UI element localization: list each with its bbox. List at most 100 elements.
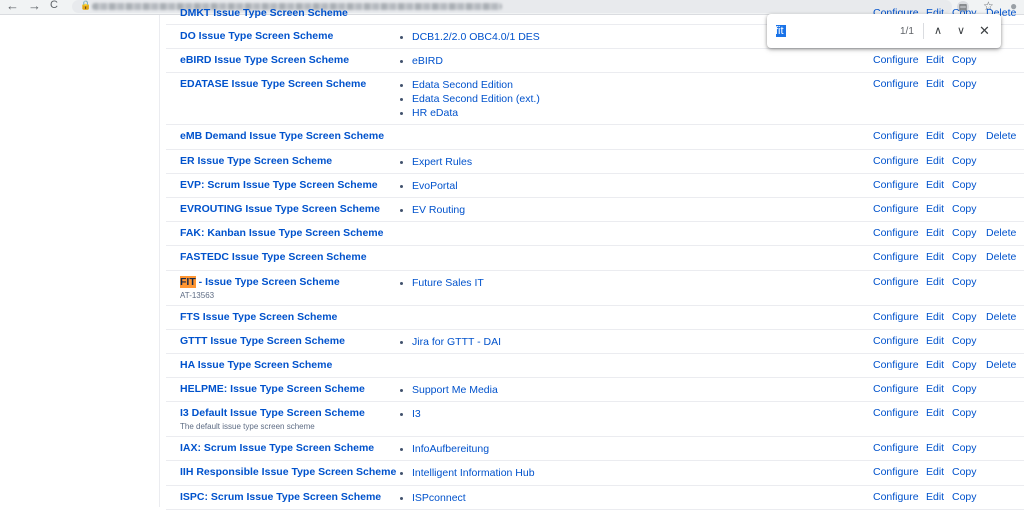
delete-link[interactable]: Delete: [986, 311, 1016, 323]
configure-link[interactable]: Configure: [873, 179, 919, 191]
edit-link[interactable]: Edit: [926, 203, 944, 215]
copy-link[interactable]: Copy: [952, 179, 977, 191]
configure-link[interactable]: Configure: [873, 491, 919, 503]
table-row: IAX: Scrum Issue Type Screen Scheme InfoA…: [166, 437, 1024, 462]
row-actions: Configure Edit Copy Delete: [166, 227, 1024, 241]
configure-link[interactable]: Configure: [873, 203, 919, 215]
row-actions: Configure Edit Copy: [166, 491, 1024, 505]
edit-link[interactable]: Edit: [926, 130, 944, 142]
delete-link[interactable]: Delete: [986, 251, 1016, 263]
table-row: ISPC: Scrum Issue Type Screen Scheme ISPc…: [166, 486, 1024, 510]
row-actions: Configure Edit Copy Delete: [166, 359, 1024, 373]
row-actions: Configure Edit Copy: [166, 276, 1024, 290]
table-row: EVP: Scrum Issue Type Screen Scheme EvoPo…: [166, 174, 1024, 198]
configure-link[interactable]: Configure: [873, 335, 919, 347]
copy-link[interactable]: Copy: [952, 335, 977, 347]
copy-link[interactable]: Copy: [952, 407, 977, 419]
lock-icon[interactable]: 🔒: [80, 0, 91, 11]
configure-link[interactable]: Configure: [873, 311, 919, 323]
row-actions: Configure Edit Copy: [166, 442, 1024, 456]
row-actions: Configure Edit Copy Delete: [166, 130, 1024, 144]
copy-link[interactable]: Copy: [952, 383, 977, 395]
row-actions: Configure Edit Copy: [166, 466, 1024, 480]
configure-link[interactable]: Configure: [873, 155, 919, 167]
find-match-count: 1/1: [900, 26, 914, 37]
delete-link[interactable]: Delete: [986, 227, 1016, 239]
find-divider: [923, 23, 924, 39]
configure-link[interactable]: Configure: [873, 383, 919, 395]
configure-link[interactable]: Configure: [873, 407, 919, 419]
forward-icon[interactable]: →: [28, 0, 41, 13]
row-actions: Configure Edit Copy: [166, 203, 1024, 217]
configure-link[interactable]: Configure: [873, 466, 919, 478]
table-row: FIT - Issue Type Screen Scheme AT-13563 Fu…: [166, 271, 1024, 306]
edit-link[interactable]: Edit: [926, 54, 944, 66]
copy-link[interactable]: Copy: [952, 78, 977, 90]
row-actions: Configure Edit Copy Delete: [166, 311, 1024, 325]
row-actions: Configure Edit Copy: [166, 78, 1024, 92]
back-icon[interactable]: ←: [6, 0, 19, 13]
edit-link[interactable]: Edit: [926, 78, 944, 90]
copy-link[interactable]: Copy: [952, 491, 977, 503]
copy-link[interactable]: Copy: [952, 276, 977, 288]
row-actions: Configure Edit Copy: [166, 155, 1024, 169]
edit-link[interactable]: Edit: [926, 179, 944, 191]
screen-scheme-table: DMKT Issue Type Screen Scheme Configure Ed…: [166, 7, 1024, 510]
copy-link[interactable]: Copy: [952, 251, 977, 263]
close-icon[interactable]: ✕: [979, 23, 990, 39]
find-input[interactable]: [775, 23, 895, 39]
copy-link[interactable]: Copy: [952, 54, 977, 66]
copy-link[interactable]: Copy: [952, 155, 977, 167]
table-row: GTTT Issue Type Screen Scheme Jira for GT…: [166, 330, 1024, 354]
configure-link[interactable]: Configure: [873, 78, 919, 90]
table-row: HA Issue Type Screen Scheme Configure Edit…: [166, 354, 1024, 379]
edit-link[interactable]: Edit: [926, 276, 944, 288]
configure-link[interactable]: Configure: [873, 251, 919, 263]
copy-link[interactable]: Copy: [952, 442, 977, 454]
row-actions: Configure Edit Copy: [166, 335, 1024, 349]
edit-link[interactable]: Edit: [926, 335, 944, 347]
content-left-border: [159, 15, 160, 507]
chevron-up-icon[interactable]: ∧: [934, 24, 942, 37]
find-bar: 1/1 ∧ ∨ ✕: [767, 14, 1001, 48]
row-actions: Configure Edit Copy: [166, 383, 1024, 397]
project-link[interactable]: HR eData: [399, 106, 540, 120]
edit-link[interactable]: Edit: [926, 383, 944, 395]
delete-link[interactable]: Delete: [986, 130, 1016, 142]
copy-link[interactable]: Copy: [952, 359, 977, 371]
table-row: FASTEDC Issue Type Screen Scheme Configur…: [166, 246, 1024, 271]
project-link[interactable]: Edata Second Edition (ext.): [399, 92, 540, 106]
edit-link[interactable]: Edit: [926, 359, 944, 371]
table-row: eBIRD Issue Type Screen Scheme eBIRD Confi…: [166, 49, 1024, 74]
delete-link[interactable]: Delete: [986, 359, 1016, 371]
table-row: FTS Issue Type Screen Scheme Configure Edi…: [166, 306, 1024, 330]
configure-link[interactable]: Configure: [873, 227, 919, 239]
scheme-description: AT-13563: [180, 290, 215, 300]
copy-link[interactable]: Copy: [952, 203, 977, 215]
configure-link[interactable]: Configure: [873, 130, 919, 142]
edit-link[interactable]: Edit: [926, 491, 944, 503]
copy-link[interactable]: Copy: [952, 130, 977, 142]
row-actions: Configure Edit Copy: [166, 407, 1024, 421]
table-row: EDATASE Issue Type Screen Scheme Edata Se…: [166, 73, 1024, 126]
edit-link[interactable]: Edit: [926, 407, 944, 419]
reload-icon[interactable]: C: [50, 0, 58, 11]
edit-link[interactable]: Edit: [926, 311, 944, 323]
chevron-down-icon[interactable]: ∨: [957, 24, 965, 37]
configure-link[interactable]: Configure: [873, 54, 919, 66]
configure-link[interactable]: Configure: [873, 359, 919, 371]
table-row: I3 Default Issue Type Screen Scheme The d…: [166, 402, 1024, 438]
configure-link[interactable]: Configure: [873, 442, 919, 454]
edit-link[interactable]: Edit: [926, 442, 944, 454]
edit-link[interactable]: Edit: [926, 227, 944, 239]
copy-link[interactable]: Copy: [952, 466, 977, 478]
edit-link[interactable]: Edit: [926, 251, 944, 263]
table-row: eMB Demand Issue Type Screen Scheme Confi…: [166, 125, 1024, 150]
table-row: ER Issue Type Screen Scheme Expert Rules C…: [166, 150, 1024, 174]
configure-link[interactable]: Configure: [873, 276, 919, 288]
copy-link[interactable]: Copy: [952, 227, 977, 239]
edit-link[interactable]: Edit: [926, 155, 944, 167]
edit-link[interactable]: Edit: [926, 466, 944, 478]
copy-link[interactable]: Copy: [952, 311, 977, 323]
row-actions: Configure Edit Copy: [166, 179, 1024, 193]
